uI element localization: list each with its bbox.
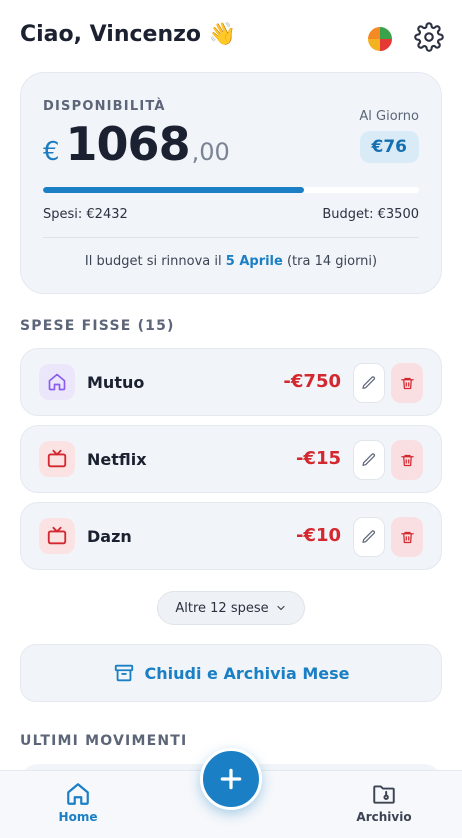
- header: Ciao, Vincenzo 👋: [0, 0, 462, 76]
- fixed-expenses-title: SPESE FISSE (15): [20, 318, 175, 334]
- expense-amount: -€10: [295, 525, 341, 546]
- archive-month-label: Chiudi e Archivia Mese: [144, 663, 350, 683]
- availability-label: DISPONIBILITÀ: [43, 99, 166, 114]
- delete-button[interactable]: [391, 363, 423, 403]
- recent-movements-title: ULTIMI MOVIMENTI: [20, 733, 188, 749]
- renew-prefix: Il budget si rinnova il: [84, 254, 226, 269]
- available-amount: € 1068 ,00: [43, 117, 230, 171]
- budget-total-text: Budget: €3500: [322, 207, 419, 222]
- expense-row[interactable]: Mutuo -€750: [20, 348, 442, 416]
- renew-suffix: (tra 14 giorni): [282, 254, 378, 269]
- nav-archive[interactable]: Archivio: [344, 781, 424, 824]
- divider: [43, 237, 419, 238]
- add-transaction-button[interactable]: [200, 748, 262, 810]
- expense-name: Dazn: [87, 527, 132, 546]
- trash-icon: [400, 531, 414, 543]
- renew-date: 5 Aprile: [225, 254, 283, 269]
- tv-icon: [39, 441, 75, 477]
- currency-symbol: €: [43, 137, 60, 167]
- nav-home-label: Home: [58, 810, 98, 824]
- pencil-icon: [362, 530, 375, 543]
- edit-button[interactable]: [353, 440, 385, 480]
- expense-name: Mutuo: [87, 373, 145, 392]
- trash-icon: [400, 454, 414, 466]
- chevron-down-icon: [277, 605, 285, 611]
- budget-progress-bar: [43, 187, 419, 193]
- edit-button[interactable]: [353, 363, 385, 403]
- house-icon: [39, 364, 75, 400]
- expense-row[interactable]: Netflix -€15: [20, 425, 442, 493]
- edit-button[interactable]: [353, 517, 385, 557]
- trash-icon: [400, 377, 414, 389]
- home-icon: [67, 783, 89, 805]
- archive-month-button[interactable]: Chiudi e Archivia Mese: [20, 644, 442, 702]
- budget-progress-fill: [43, 187, 305, 193]
- budget-card: DISPONIBILITÀ € 1068 ,00 Al Giorno €76 S…: [20, 72, 442, 294]
- show-more-expenses-button[interactable]: Altre 12 spese: [157, 591, 305, 625]
- plus-icon: [220, 768, 242, 790]
- nav-home[interactable]: Home: [38, 781, 118, 824]
- per-day-badge: €76: [359, 131, 419, 163]
- wave-emoji: 👋: [208, 22, 237, 47]
- gear-icon[interactable]: [414, 22, 444, 52]
- amount-decimal: ,00: [191, 138, 230, 166]
- expense-name: Netflix: [87, 450, 147, 469]
- delete-button[interactable]: [391, 517, 423, 557]
- greeting-title: Ciao, Vincenzo 👋: [20, 22, 236, 47]
- pencil-icon: [362, 453, 375, 466]
- per-day-label: Al Giorno: [359, 109, 419, 124]
- pie-chart-icon[interactable]: [366, 25, 394, 53]
- renew-text: Il budget si rinnova il 5 Aprile (tra 14…: [21, 254, 441, 269]
- spent-text: Spesi: €2432: [43, 207, 128, 222]
- show-more-label: Altre 12 spese: [175, 600, 269, 616]
- greeting-text: Ciao, Vincenzo: [20, 22, 202, 47]
- tv-icon: [39, 518, 75, 554]
- pencil-icon: [362, 376, 375, 389]
- archive-box-icon: [114, 664, 133, 682]
- delete-button[interactable]: [391, 440, 423, 480]
- folder-icon: [373, 785, 395, 804]
- expense-amount: -€750: [283, 371, 341, 392]
- expense-row[interactable]: Dazn -€10: [20, 502, 442, 570]
- nav-archive-label: Archivio: [356, 810, 412, 824]
- expense-amount: -€15: [295, 448, 341, 469]
- amount-integer: 1068: [65, 117, 191, 171]
